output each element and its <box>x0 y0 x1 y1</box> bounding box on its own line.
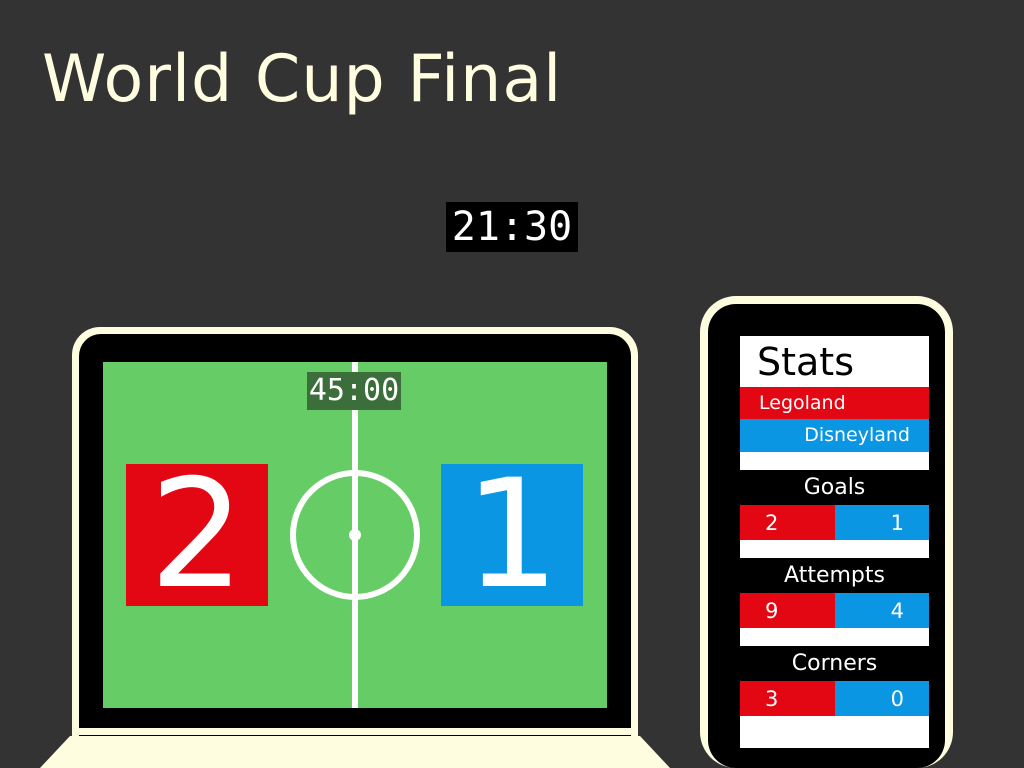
stat-row-corners: 3 0 <box>740 681 929 716</box>
stat-away-value: 4 <box>834 593 929 628</box>
divider <box>740 628 929 646</box>
home-team-name: Legoland <box>740 387 929 419</box>
away-score: 1 <box>441 460 583 610</box>
centre-spot <box>349 529 361 541</box>
stat-home-value: 3 <box>740 681 835 716</box>
away-team-name: Disneyland <box>740 419 929 452</box>
stat-away-value: 0 <box>834 681 929 716</box>
page-title: World Cup Final <box>42 42 563 117</box>
stats-panel: Stats Legoland Disneyland Goals 2 1 Atte… <box>740 336 929 748</box>
stat-row-goals: 2 1 <box>740 505 929 540</box>
divider <box>740 452 929 470</box>
stat-home-value: 2 <box>740 505 835 540</box>
laptop-base <box>40 736 670 768</box>
football-pitch: 45:00 2 1 <box>103 362 607 708</box>
divider <box>740 716 929 748</box>
phone: Stats Legoland Disneyland Goals 2 1 Atte… <box>700 296 953 768</box>
stat-home-value: 9 <box>740 593 835 628</box>
stat-label-goals: Goals <box>803 475 866 500</box>
stats-header: Stats <box>740 336 929 387</box>
stat-label-corners: Corners <box>791 651 878 676</box>
stat-label-attempts: Attempts <box>784 563 885 588</box>
laptop-hinge <box>72 728 638 735</box>
phone-screen: Stats Legoland Disneyland Goals 2 1 Atte… <box>708 304 945 768</box>
stat-row-attempts: 9 4 <box>740 593 929 628</box>
wall-clock: 21:30 <box>446 202 578 252</box>
divider <box>740 540 929 558</box>
match-time: 45:00 <box>307 372 401 410</box>
stat-away-value: 1 <box>834 505 929 540</box>
home-score: 2 <box>126 460 268 610</box>
